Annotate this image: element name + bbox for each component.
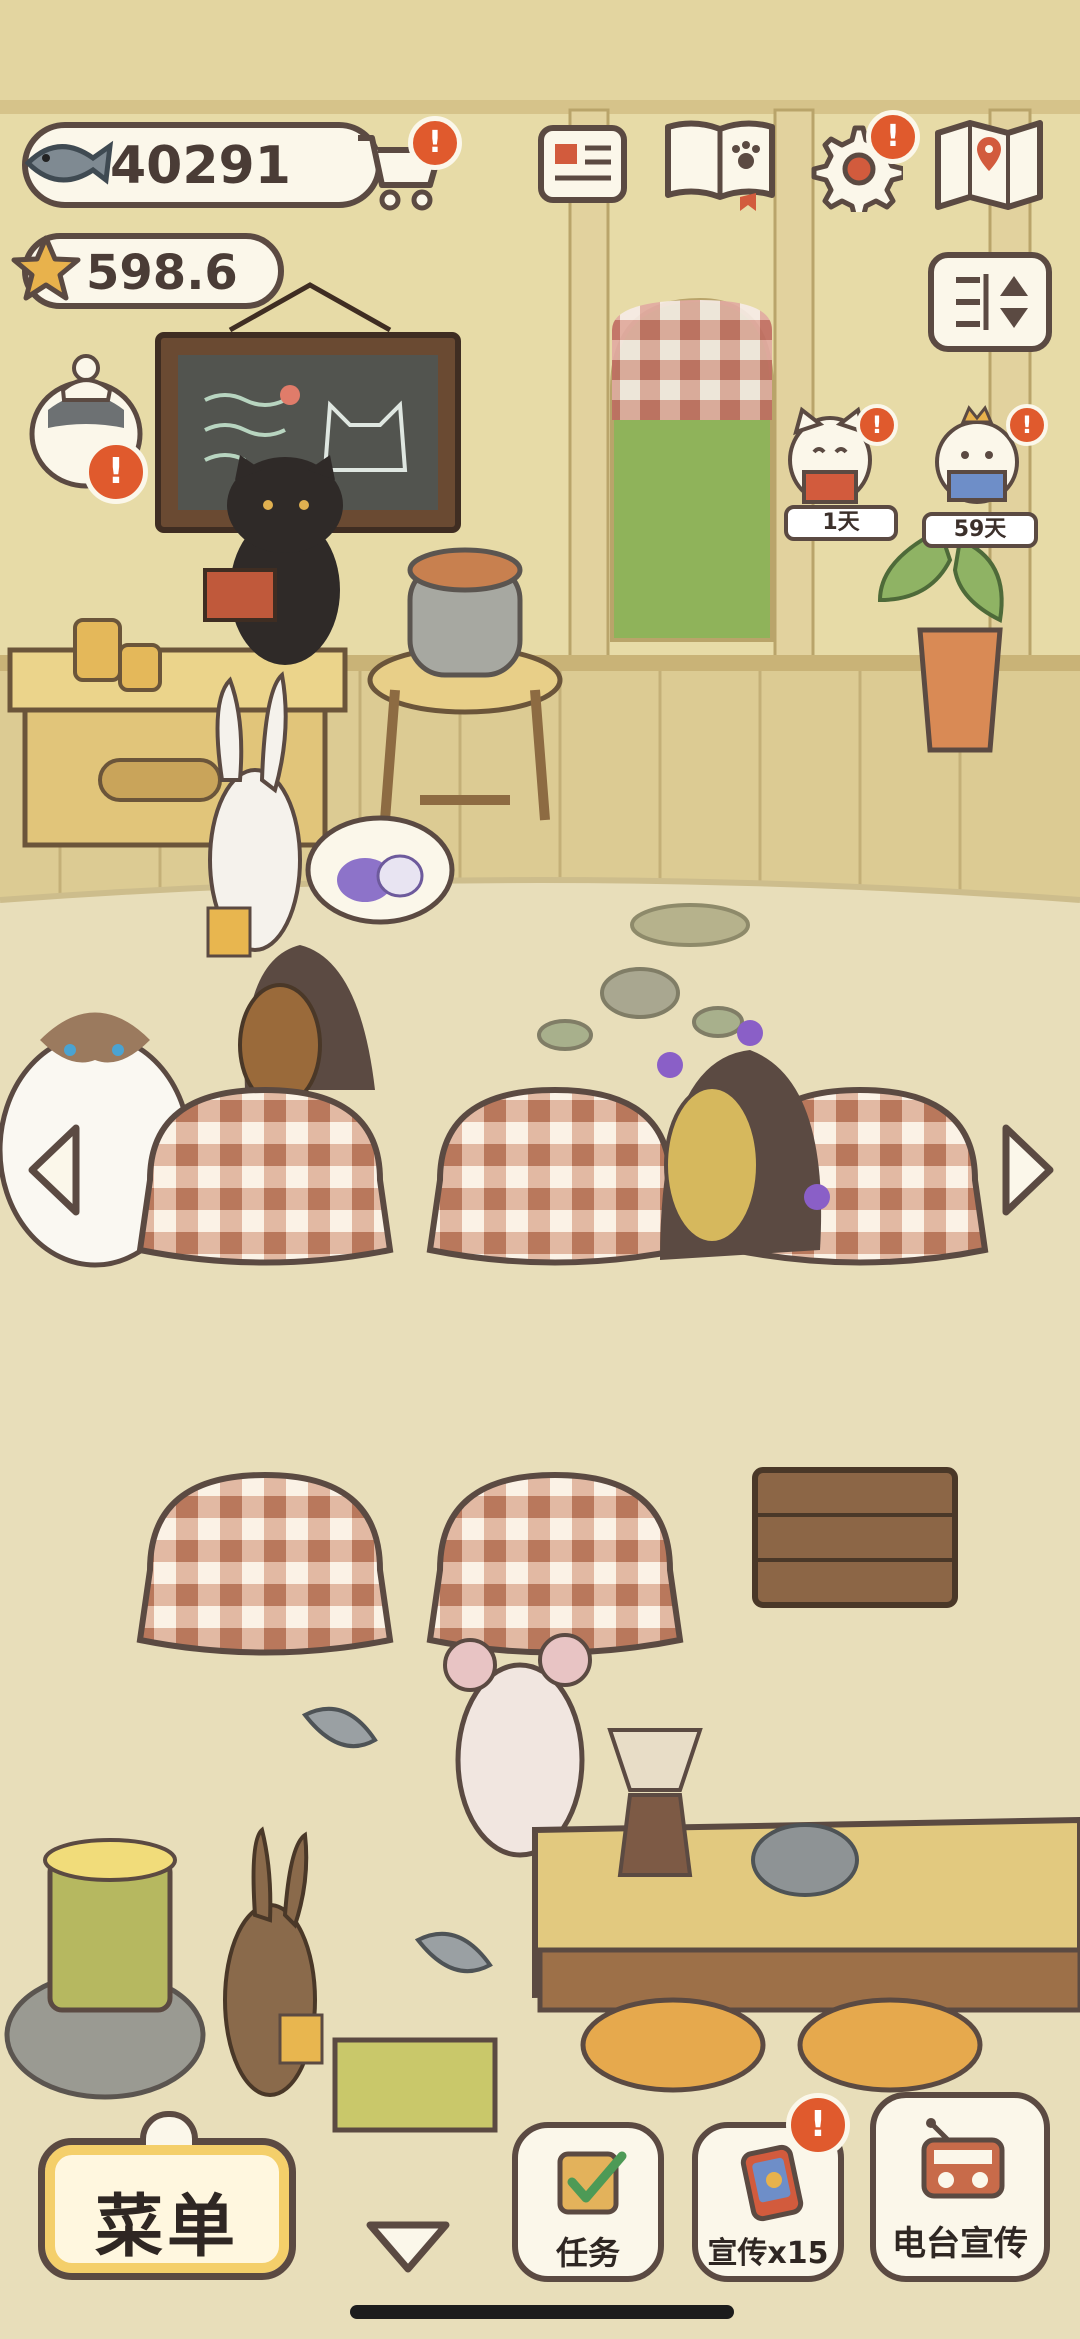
customer-2-days-label: 59天 <box>922 512 1038 548</box>
recipe-book-button[interactable] <box>660 115 780 213</box>
sort-toggle-button[interactable] <box>928 252 1052 352</box>
fish-icon <box>18 128 114 198</box>
chevron-down-icon <box>366 2221 450 2273</box>
radio-promotion-button-label: 电台宣传 <box>892 2224 1028 2264</box>
menu-button[interactable]: 菜单 <box>38 2111 296 2280</box>
fish-currency-value: 40291 <box>110 136 291 196</box>
tasks-button[interactable]: 任务 <box>512 2122 664 2282</box>
sort-arrows-icon <box>956 274 1028 330</box>
menu-button-label: 菜单 <box>94 2188 239 2267</box>
chevron-right-icon <box>1002 1124 1054 1216</box>
settings-alert-badge: ! <box>866 110 920 164</box>
newspaper-icon <box>538 125 627 203</box>
chevron-left-icon <box>28 1124 80 1216</box>
star-icon <box>10 232 82 304</box>
home-indicator[interactable] <box>350 2305 734 2319</box>
chef-alert-badge: ! <box>84 440 148 504</box>
radio-promotion-button[interactable]: 电台宣传 <box>870 2092 1050 2282</box>
star-currency-value: 598.6 <box>86 245 238 301</box>
promotion-button-label: 宣传x15 <box>707 2236 829 2271</box>
scroll-right-button[interactable] <box>992 1120 1062 1220</box>
paw-book-icon <box>665 120 775 211</box>
checklist-icon <box>557 2151 627 2215</box>
phone-promo-icon <box>740 2144 804 2222</box>
map-icon <box>935 120 1043 210</box>
customer-1-alert-badge: ! <box>856 404 898 446</box>
map-button[interactable] <box>932 115 1047 215</box>
customer-2-alert-badge: ! <box>1006 404 1048 446</box>
promotion-alert-badge: ! <box>786 2093 850 2157</box>
customer-1-days-label: 1天 <box>784 505 898 541</box>
cafe-scene <box>0 0 1080 2339</box>
newspaper-button[interactable] <box>535 122 630 210</box>
collapse-bar-button[interactable] <box>362 2215 454 2277</box>
radio-icon <box>921 2118 1005 2199</box>
tasks-button-label: 任务 <box>555 2234 620 2272</box>
shop-alert-badge: ! <box>408 116 462 170</box>
scroll-left-button[interactable] <box>20 1120 90 1220</box>
